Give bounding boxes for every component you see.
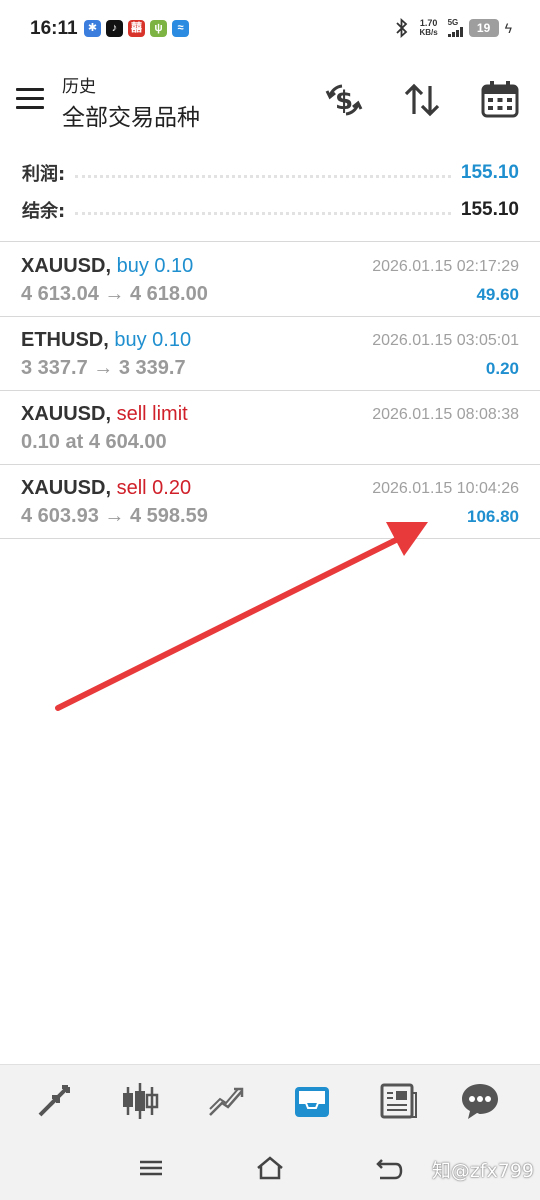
page-title: 历史 (62, 77, 96, 97)
trade-prices: 0.10 at 4 604.00 (21, 431, 167, 453)
balance-label: 结余: (22, 201, 66, 222)
trade-direction: buy 0.10 (114, 329, 192, 351)
balance-row: 结余: 155.10 (22, 195, 519, 225)
network-type: 5G (447, 18, 459, 27)
status-app-icons: ✱ ♪ 囍 ψ ≈ (84, 20, 189, 37)
trade-title: XAUUSD, buy 0.10 (21, 255, 193, 278)
trade-direction: buy 0.10 (116, 255, 194, 277)
trade-prices: 4 613.04 → 4 618.00 (21, 283, 208, 305)
usb-app-icon: ψ (150, 20, 167, 37)
status-right: 1.70 KB/s 5G 19 ϟ (394, 18, 512, 38)
trade-title: XAUUSD, sell limit (21, 403, 188, 426)
profit-value: 155.10 (460, 162, 519, 183)
home-icon[interactable] (255, 1154, 285, 1182)
trade-profit: 49.60 (476, 285, 519, 304)
trade-row[interactable]: XAUUSD, sell limit 0.10 at 4 604.00 2026… (0, 391, 540, 465)
network-speed-unit: KB/s (419, 28, 438, 37)
status-bar: 16:11 ✱ ♪ 囍 ψ ≈ 1.70 KB/s 5G 19 ϟ (0, 0, 540, 60)
trade-time: 2026.01.15 02:17:29 (372, 258, 519, 275)
symbol-filter[interactable]: 全部交易品种 (62, 98, 200, 132)
trade-profit: 0.20 (485, 359, 519, 378)
profit-label: 利润: (22, 164, 66, 185)
trade-prices: 3 337.7 → 3 339.7 (21, 357, 186, 379)
trade-trend-icon[interactable] (204, 1079, 248, 1123)
trade-row[interactable]: XAUUSD, buy 0.10 4 613.04 → 4 618.00 202… (0, 243, 540, 317)
news-icon[interactable] (376, 1079, 420, 1123)
recent-apps-icon[interactable] (136, 1154, 166, 1182)
trade-time: 2026.01.15 10:04:26 (372, 480, 519, 497)
trade-symbol: XAUUSD, (21, 477, 112, 499)
trade-symbol: ETHUSD, (21, 329, 109, 351)
bluetooth-app-icon: ✱ (84, 20, 101, 37)
inbox-history-icon[interactable] (290, 1079, 334, 1123)
trade-direction: sell 0.20 (116, 477, 192, 499)
history-summary: 利润: 155.10 结余: 155.10 (0, 150, 540, 242)
dotted-leader (75, 174, 451, 178)
network-speed-value: 1.70 (419, 18, 438, 28)
bottom-navigation (0, 1064, 540, 1136)
trade-direction: sell limit (116, 403, 188, 425)
network-speed: 1.70 KB/s (416, 18, 442, 38)
chat-icon[interactable] (458, 1079, 502, 1123)
trade-time: 2026.01.15 03:05:01 (372, 332, 519, 349)
status-time: 16:11 (30, 18, 78, 39)
blue-app-icon: ≈ (172, 20, 189, 37)
bluetooth-icon (395, 18, 407, 38)
trade-title: ETHUSD, buy 0.10 (21, 329, 191, 352)
trade-time: 2026.01.15 08:08:38 (372, 406, 519, 423)
dotted-leader (75, 211, 451, 215)
signal-icon: 5G (447, 18, 463, 37)
hamburger-menu-icon[interactable] (16, 88, 44, 110)
battery-icon: 19 (468, 19, 499, 37)
candlestick-icon[interactable] (118, 1079, 162, 1123)
back-icon[interactable] (374, 1154, 404, 1182)
trade-symbol: XAUUSD, (21, 403, 112, 425)
trade-row[interactable]: ETHUSD, buy 0.10 3 337.7 → 3 339.7 2026.… (0, 317, 540, 391)
profit-row: 利润: 155.10 (22, 158, 519, 188)
trade-symbol: XAUUSD, (21, 255, 112, 277)
trade-profit: 106.80 (467, 507, 519, 526)
tiktok-app-icon: ♪ (106, 20, 123, 37)
trade-row[interactable]: XAUUSD, sell 0.20 4 603.93 → 4 598.59 20… (0, 465, 540, 539)
balance-value: 155.10 (460, 199, 519, 220)
charging-icon: ϟ (504, 20, 512, 36)
system-navigation-bar: 知@zfx799 (0, 1136, 540, 1200)
quotes-icon[interactable] (32, 1079, 76, 1123)
calendar-icon[interactable] (478, 78, 522, 122)
red-app-icon: 囍 (128, 20, 145, 37)
app-header: 历史 全部交易品种 $ (0, 60, 540, 150)
trade-prices: 4 603.93 → 4 598.59 (21, 505, 208, 527)
sort-icon[interactable] (400, 78, 444, 122)
deposit-withdraw-icon[interactable]: $ (322, 78, 366, 122)
trade-title: XAUUSD, sell 0.20 (21, 477, 191, 500)
watermark: 知@zfx799 (431, 1160, 534, 1182)
